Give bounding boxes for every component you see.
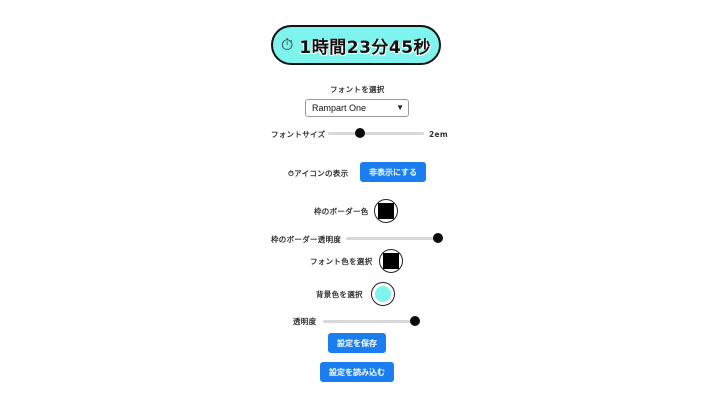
border-opacity-slider[interactable] (346, 232, 443, 244)
load-settings-button[interactable]: 設定を読み込む (320, 362, 394, 382)
slider-track (328, 132, 424, 135)
slider-track (346, 237, 442, 240)
slider-thumb[interactable] (410, 316, 420, 326)
border-color-fill (378, 203, 394, 219)
slider-thumb[interactable] (433, 233, 443, 243)
font-size-label: フォントサイズ (271, 130, 326, 139)
border-color-label: 枠のボーダー色 (314, 207, 369, 216)
border-opacity-label: 枠のボーダー透明度 (271, 235, 342, 244)
font-size-slider[interactable] (328, 127, 424, 139)
font-size-value: 2em (429, 130, 449, 139)
font-select-label: フォントを選択 (330, 85, 385, 94)
icon-toggle-label: ⏱アイコンの表示 (288, 169, 349, 178)
bg-color-label: 背景色を選択 (316, 290, 363, 299)
font-color-fill (383, 253, 399, 269)
opacity-slider[interactable] (323, 315, 420, 327)
font-select[interactable]: Rampart One ▼ (305, 99, 409, 117)
bg-color-fill (375, 286, 391, 302)
bg-color-picker[interactable] (371, 282, 395, 306)
border-color-picker[interactable] (374, 199, 398, 223)
slider-thumb[interactable] (355, 128, 365, 138)
save-settings-button[interactable]: 設定を保存 (328, 333, 386, 353)
font-color-picker[interactable] (379, 249, 403, 273)
timer-display: ⏱ 1時間23分45秒 (271, 25, 441, 65)
slider-track (323, 320, 419, 323)
font-color-label: フォント色を選択 (310, 257, 373, 266)
stopwatch-icon: ⏱ (280, 35, 294, 54)
chevron-down-icon: ▼ (396, 103, 404, 112)
font-select-value: Rampart One (312, 103, 367, 113)
opacity-label: 透明度 (293, 317, 317, 326)
timer-text: 1時間23分45秒 (299, 37, 432, 58)
hide-icon-button[interactable]: 非表示にする (360, 162, 426, 182)
